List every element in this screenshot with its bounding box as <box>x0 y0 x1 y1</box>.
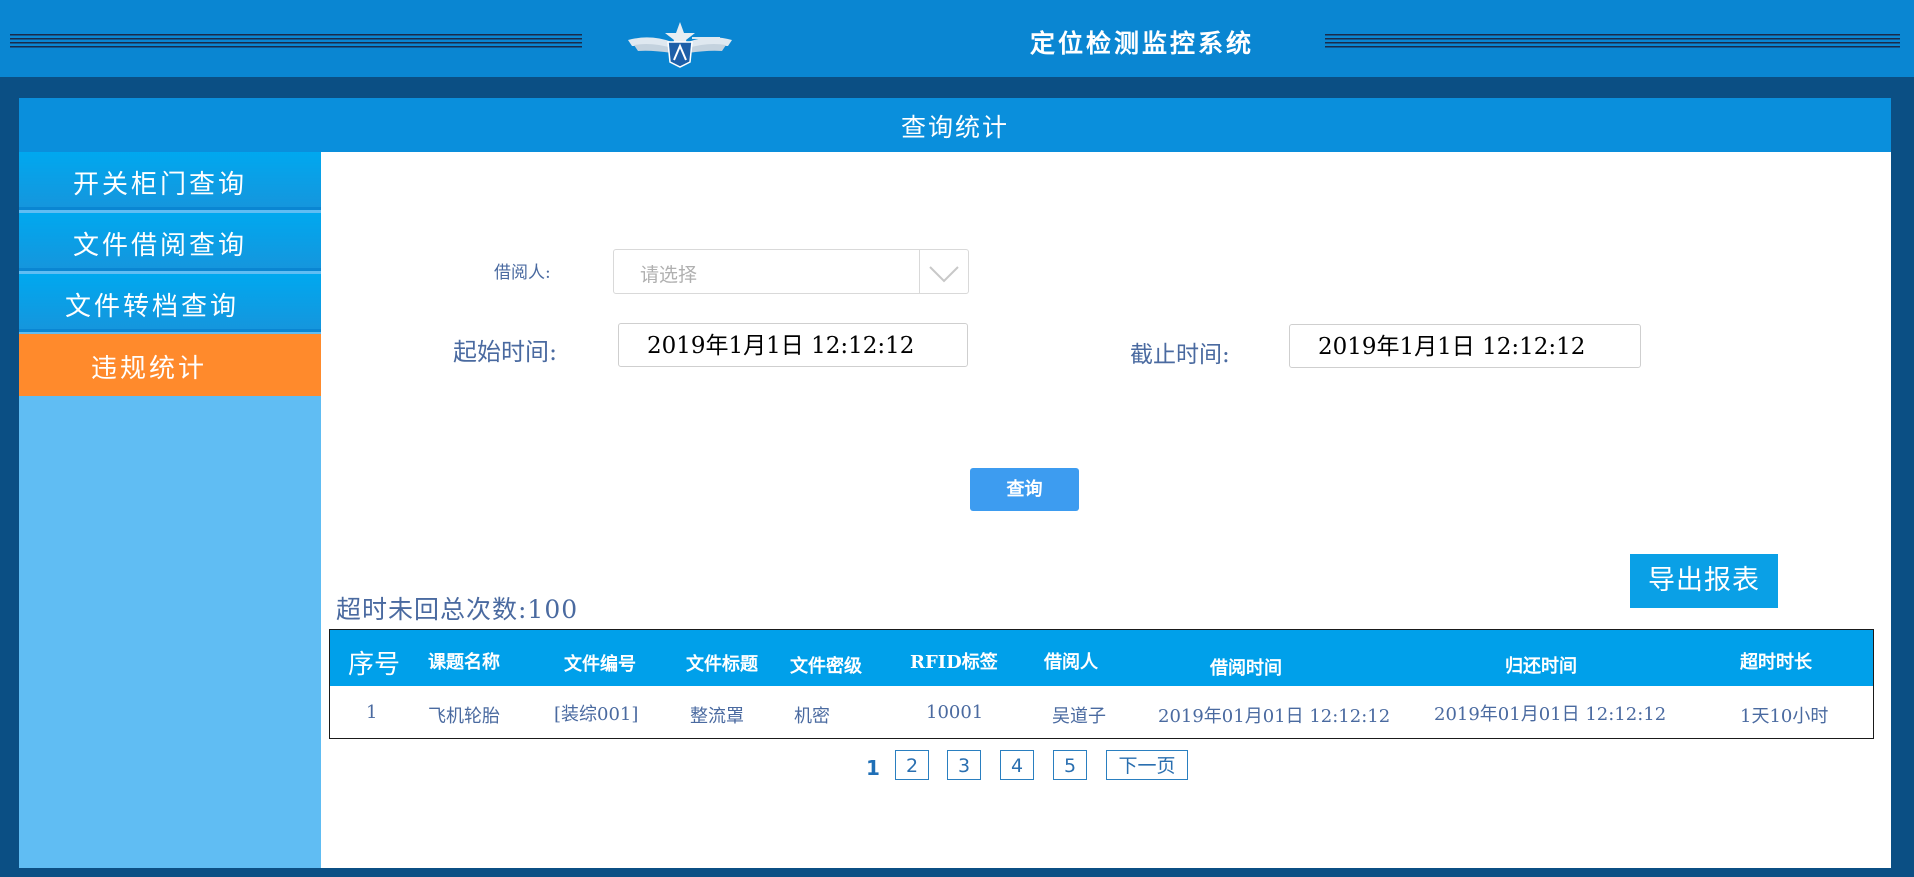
cell-classification: 机密 <box>794 706 830 727</box>
sidebar-item-label: 开关柜门查询 <box>73 170 248 200</box>
sidebar-item-label: 文件转档查询 <box>65 292 240 322</box>
sidebar-item-label: 违规统计 <box>91 354 208 384</box>
violation-table: 序号 课题名称 文件编号 文件标题 文件密级 RFID标签 借阅人 借阅时间 归… <box>329 629 1874 739</box>
table-header: 序号 课题名称 文件编号 文件标题 文件密级 RFID标签 借阅人 借阅时间 归… <box>330 630 1873 686</box>
end-time-input[interactable]: 2019年1月1日 12:12:12 <box>1289 324 1641 368</box>
pagination: 1 2 3 4 5 下一页 <box>321 750 1891 790</box>
column-header-classification: 文件密级 <box>790 656 862 677</box>
column-header-file-number: 文件编号 <box>564 654 636 675</box>
main-panel: 查询统计 开关柜门查询 文件借阅查询 文件转档查询 违规统计 借阅人: 请选择 … <box>19 98 1891 868</box>
page-button-5[interactable]: 5 <box>1053 750 1087 780</box>
app-header: 定位检测监控系统 <box>0 0 1914 77</box>
column-header-borrow-time: 借阅时间 <box>1210 658 1282 679</box>
cell-index: 1 <box>366 702 378 723</box>
chevron-down-icon[interactable] <box>919 250 968 293</box>
column-header-return-time: 归还时间 <box>1505 656 1577 677</box>
overdue-summary: 超时未回总次数:100 <box>336 595 579 624</box>
export-report-button[interactable]: 导出报表 <box>1630 554 1778 608</box>
query-button[interactable]: 查询 <box>970 468 1079 511</box>
page-current[interactable]: 1 <box>866 756 880 780</box>
sidebar: 开关柜门查询 文件借阅查询 文件转档查询 违规统计 <box>19 152 321 868</box>
column-header-project-name: 课题名称 <box>428 652 500 673</box>
column-header-borrower: 借阅人 <box>1044 652 1098 673</box>
page-button-4[interactable]: 4 <box>1000 750 1034 780</box>
sidebar-item-cabinet-door-query[interactable]: 开关柜门查询 <box>19 152 321 210</box>
content-area: 借阅人: 请选择 起始时间: 2019年1月1日 12:12:12 截止时间: … <box>321 152 1891 868</box>
borrower-placeholder: 请选择 <box>640 264 698 286</box>
sidebar-item-label: 文件借阅查询 <box>73 231 248 261</box>
page-button-3[interactable]: 3 <box>947 750 981 780</box>
cell-overdue-duration: 1天10小时 <box>1740 706 1829 727</box>
cell-project-name: 飞机轮胎 <box>428 706 500 727</box>
cell-borrow-time: 2019年01月01日 12:12:12 <box>1158 706 1391 727</box>
next-page-button[interactable]: 下一页 <box>1106 750 1188 780</box>
start-time-label: 起始时间: <box>453 338 558 366</box>
panel-title: 查询统计 <box>19 98 1891 152</box>
column-header-rfid-tag: RFID标签 <box>910 652 998 673</box>
header-decoration-right <box>1325 34 1900 50</box>
cell-file-number: [装综001] <box>554 704 639 725</box>
header-decoration-left <box>10 34 582 50</box>
cell-rfid-tag: 10001 <box>926 702 984 723</box>
cell-borrower: 吴道子 <box>1052 706 1106 727</box>
cell-return-time: 2019年01月01日 12:12:12 <box>1434 704 1667 725</box>
system-title: 定位检测监控系统 <box>1030 29 1255 58</box>
sidebar-item-file-transfer-query[interactable]: 文件转档查询 <box>19 274 321 332</box>
borrower-label: 借阅人: <box>494 263 551 283</box>
cell-file-title: 整流罩 <box>690 706 744 727</box>
column-header-file-title: 文件标题 <box>686 654 758 675</box>
sidebar-item-file-borrow-query[interactable]: 文件借阅查询 <box>19 213 321 271</box>
winged-star-logo-icon <box>620 18 740 68</box>
start-time-input[interactable]: 2019年1月1日 12:12:12 <box>618 323 968 367</box>
column-header-overdue-duration: 超时时长 <box>1740 652 1812 673</box>
sidebar-item-violation-stats[interactable]: 违规统计 <box>19 334 321 396</box>
borrower-select[interactable]: 请选择 <box>613 249 969 294</box>
column-header-index: 序号 <box>348 650 401 680</box>
end-time-label: 截止时间: <box>1130 342 1230 368</box>
page-button-2[interactable]: 2 <box>895 750 929 780</box>
